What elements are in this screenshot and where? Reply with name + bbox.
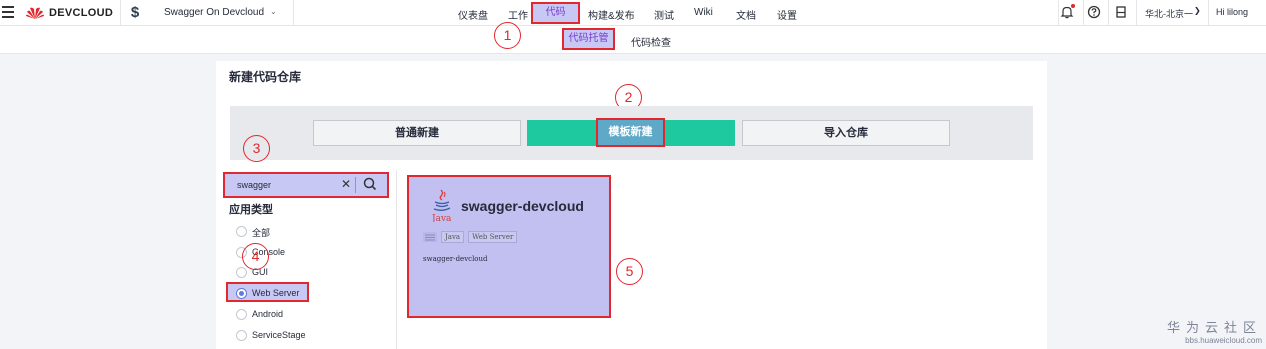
radio-label-servicestage[interactable]: ServiceStage: [252, 330, 306, 340]
radio-gui[interactable]: [236, 267, 247, 278]
template-name[interactable]: swagger-devcloud: [461, 198, 584, 214]
project-selector[interactable]: Swagger On Devcloud: [164, 7, 264, 18]
annotation-marker: 3: [243, 135, 270, 162]
radio-all[interactable]: [236, 226, 247, 237]
divider: [120, 0, 121, 26]
annotation-marker: 4: [242, 243, 269, 270]
subnav-code-hosting[interactable]: 代码托管: [562, 28, 615, 50]
tab-template-create[interactable]: 模板新建: [596, 118, 665, 147]
nav-wiki[interactable]: Wiki: [694, 7, 713, 18]
search-value: swagger: [237, 180, 272, 190]
divider: [355, 177, 356, 193]
watermark: 华为云社区 bbs.huaweicloud.com: [1167, 317, 1262, 345]
radio-web-server[interactable]: [236, 288, 247, 299]
project-icon: $: [130, 4, 140, 21]
nav-code[interactable]: 代码: [531, 2, 580, 24]
divider: [1208, 0, 1209, 26]
nav-build-release[interactable]: 构建&发布: [588, 7, 635, 22]
radio-android[interactable]: [236, 309, 247, 320]
watermark-url: bbs.huaweicloud.com: [1185, 336, 1263, 345]
notification-dot: [1071, 4, 1075, 8]
annotation-marker: 1: [494, 22, 521, 49]
divider: [396, 170, 397, 349]
divider: [293, 0, 294, 26]
nav-test[interactable]: 测试: [654, 7, 674, 22]
console-icon[interactable]: [1114, 5, 1128, 19]
radio-label-android[interactable]: Android: [252, 309, 283, 319]
huawei-logo-icon: [26, 7, 44, 20]
divider: [1136, 0, 1137, 26]
menu-icon[interactable]: [2, 6, 14, 18]
annotation-marker: 5: [616, 258, 643, 285]
tag-java: Java: [441, 231, 465, 243]
template-tags: Java Web Server: [423, 231, 518, 243]
radio-servicestage[interactable]: [236, 330, 247, 341]
template-description: swagger-devcloud: [423, 255, 488, 263]
chevron-down-icon[interactable]: ⌄: [270, 7, 277, 16]
tag-list-icon: [423, 232, 437, 242]
divider: [1083, 0, 1084, 26]
page-title: 新建代码仓库: [229, 70, 302, 84]
chevron-down-icon[interactable]: ❯: [1194, 6, 1201, 15]
java-logo-text: Java: [432, 214, 452, 222]
region-selector[interactable]: 华北-北京一: [1145, 7, 1193, 20]
brand-logo[interactable]: DEVCLOUD: [26, 6, 113, 20]
tab-import-repo[interactable]: 导入仓库: [742, 120, 950, 146]
nav-settings[interactable]: 设置: [777, 7, 797, 22]
filter-title: 应用类型: [229, 204, 273, 216]
radio-label-web-server[interactable]: Web Server: [252, 288, 299, 298]
user-menu[interactable]: Hi lilong: [1216, 7, 1248, 17]
brand-name: DEVCLOUD: [49, 7, 114, 19]
watermark-title: 华为云社区: [1167, 320, 1263, 335]
tag-web-server: Web Server: [468, 231, 518, 243]
divider: [1108, 0, 1109, 26]
help-icon[interactable]: [1087, 5, 1101, 19]
close-icon[interactable]: ✕: [341, 177, 351, 191]
divider: [1058, 0, 1059, 26]
nav-work[interactable]: 工作: [508, 7, 528, 22]
nav-dashboard[interactable]: 仪表盘: [458, 7, 488, 22]
tab-normal-create[interactable]: 普通新建: [313, 120, 521, 146]
java-icon: Java: [432, 189, 452, 222]
nav-docs[interactable]: 文档: [736, 7, 756, 22]
search-icon[interactable]: [362, 175, 378, 193]
radio-label-all[interactable]: 全部: [252, 226, 270, 239]
subnav-code-check[interactable]: 代码检查: [631, 34, 671, 49]
